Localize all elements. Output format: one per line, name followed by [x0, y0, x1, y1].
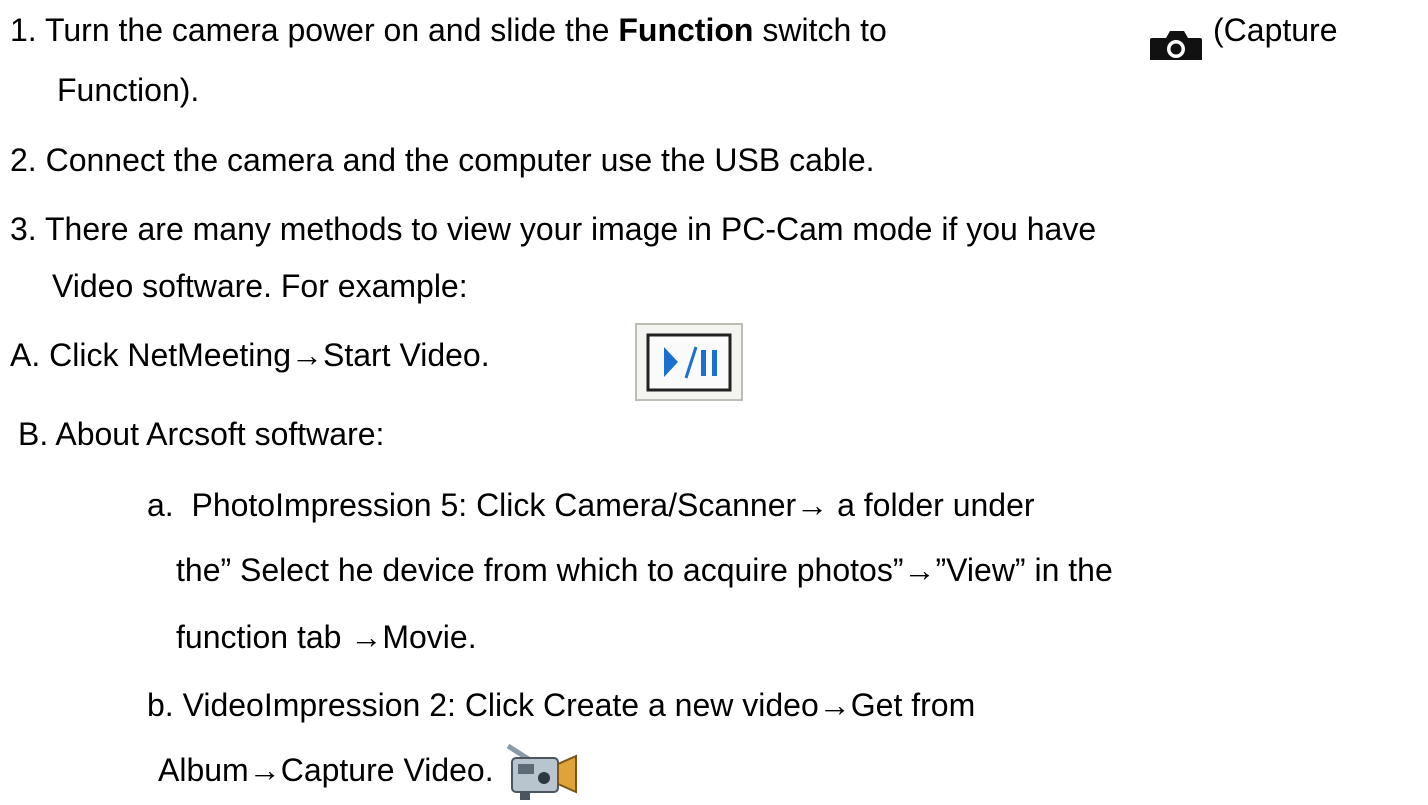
- sub-text: About Arcsoft software:: [55, 416, 385, 452]
- step-text: Turn the camera power on and slide the: [45, 12, 610, 48]
- item-b-line-2: Album→Capture Video.: [158, 752, 494, 788]
- item-prefix: b.: [147, 687, 174, 723]
- sub-text: Click NetMeeting→Start Video.: [49, 337, 490, 373]
- step-text: switch to: [762, 12, 887, 48]
- item-a-line-2: the” Select he device from which to acqu…: [176, 552, 1113, 588]
- step-2: 2. Connect the camera and the computer u…: [10, 140, 875, 180]
- item-text: VideoImpression 2: Click Create a new vi…: [182, 687, 976, 723]
- step-1-line-2: Function).: [57, 72, 200, 108]
- item-text: PhotoImpression 5: Click Camera/Scanner→…: [191, 487, 1035, 523]
- step-3-line-2: Video software. For example:: [52, 268, 468, 304]
- step-text: Connect the camera and the computer use …: [45, 142, 875, 178]
- item-prefix: a.: [147, 487, 174, 523]
- sub-prefix: B.: [18, 416, 49, 452]
- sub-a: A. Click NetMeeting→Start Video.: [10, 335, 490, 375]
- play-pause-icon: [635, 323, 743, 401]
- step-number: 1.: [10, 12, 37, 48]
- step-3-line-1: 3. There are many methods to view your i…: [10, 209, 1096, 249]
- item-a-line-1: a. PhotoImpression 5: Click Camera/Scann…: [147, 485, 1035, 525]
- video-camera-icon: [506, 743, 577, 800]
- sub-b: B. About Arcsoft software:: [18, 414, 384, 454]
- step-text: There are many methods to view your imag…: [45, 211, 1097, 247]
- camera-icon: [1150, 31, 1202, 60]
- function-label: Function: [618, 12, 754, 48]
- step-number: 3.: [10, 211, 37, 247]
- item-a-line-3: function tab →Movie.: [176, 619, 477, 655]
- step-1-line-1: 1. Turn the camera power on and slide th…: [10, 10, 887, 50]
- item-b-line-1: b. VideoImpression 2: Click Create a new…: [147, 685, 975, 725]
- capture-label: (Capture: [1213, 12, 1338, 48]
- sub-prefix: A.: [10, 337, 41, 373]
- step-number: 2.: [10, 142, 37, 178]
